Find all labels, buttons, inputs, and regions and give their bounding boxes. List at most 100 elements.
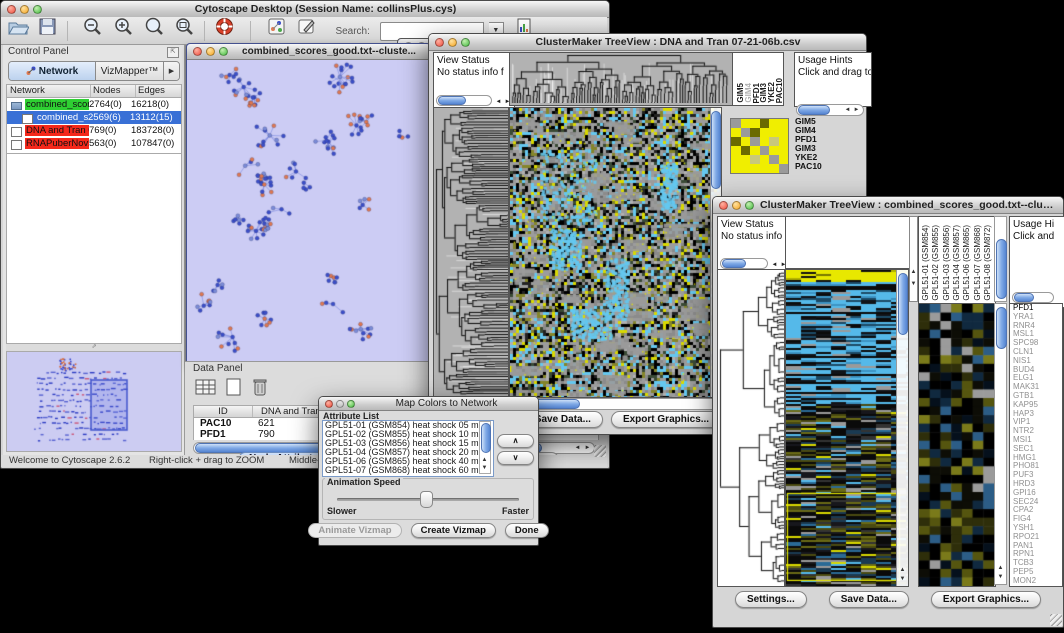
network-list-row[interactable]: DNA and Tran 07 769(0) 183728(0)	[7, 124, 181, 137]
zoom-window-icon[interactable]	[347, 400, 355, 408]
move-down-button[interactable]: ∨	[497, 451, 534, 465]
scroll-right-icon[interactable]: ►	[852, 107, 861, 113]
matrix-cell[interactable]	[750, 164, 760, 173]
zoom-out-icon[interactable]	[83, 17, 103, 45]
column-label[interactable]: GPL51-07 (GSM868)	[973, 225, 982, 301]
treeview1-global-heatmap[interactable]: ▲ ▼	[509, 107, 722, 398]
close-icon[interactable]	[325, 400, 333, 408]
network-overview-canvas[interactable]	[7, 352, 181, 451]
attribute-list[interactable]: GPL51-01 (GSM854) heat shock 05 minGPL51…	[322, 420, 494, 477]
window-controls[interactable]	[7, 5, 42, 14]
scroll-up-icon[interactable]: ▲	[909, 269, 918, 275]
delete-attribute-trash-icon[interactable]	[251, 377, 269, 402]
treeview1-row-labels[interactable]: GIM5GIM4PFD1GIM3YKE2PAC10	[795, 117, 822, 171]
treeview1-button[interactable]: Export Graphics...	[611, 411, 721, 428]
labels-vscrollbar[interactable]	[994, 216, 1007, 302]
matrix-cell[interactable]	[731, 119, 741, 128]
scroll-thumb[interactable]	[996, 307, 1007, 349]
global-heatmap-canvas[interactable]	[510, 108, 721, 397]
zoom-window-icon[interactable]	[745, 201, 754, 210]
scroll-up-icon[interactable]: ▲	[996, 565, 1005, 571]
column-dendrogram-canvas[interactable]	[510, 53, 730, 103]
matrix-cell[interactable]	[760, 164, 770, 173]
gene-label[interactable]: MON2	[1010, 577, 1062, 586]
treeview1-column-dendrogram[interactable]	[509, 52, 733, 106]
animation-speed-slider-thumb[interactable]	[420, 491, 433, 508]
matrix-cell[interactable]	[750, 146, 760, 155]
matrix-cell[interactable]	[750, 137, 760, 146]
row-label[interactable]: PAC10	[795, 162, 822, 171]
scroll-thumb[interactable]	[722, 259, 746, 268]
treeview2-window[interactable]: ClusterMaker TreeView : combined_scores_…	[712, 196, 1064, 628]
close-icon[interactable]	[435, 38, 444, 47]
column-header-nodes[interactable]: Nodes	[91, 85, 136, 97]
scroll-thumb[interactable]	[481, 423, 491, 453]
scroll-down-icon[interactable]: ▼	[996, 574, 1005, 580]
matrix-cell[interactable]	[769, 128, 779, 137]
view-status-scrollbar[interactable]	[720, 258, 768, 269]
float-panel-icon[interactable]: ⇱	[167, 47, 179, 58]
treeview1-row-dendrogram[interactable]	[433, 107, 509, 398]
treeview2-gene-labels[interactable]: PFD1YRA1RNR4MSL1SPC98CLN1NIS1BUD4ELG1MAK…	[1009, 303, 1063, 587]
treeview2-button[interactable]: Settings...	[735, 591, 807, 608]
treeview2-column-dendrogram[interactable]	[785, 216, 911, 269]
column-label[interactable]: GPL51-01 (GSM854)	[921, 225, 930, 301]
zoom-window-icon[interactable]	[33, 5, 42, 14]
zoom-in-icon[interactable]	[114, 17, 134, 45]
scroll-up-icon[interactable]: ▲	[480, 457, 489, 463]
zoom-vscrollbar[interactable]: ▲ ▼	[994, 303, 1007, 585]
network-list-row[interactable]: RNAPuberNov2+| 563(0) 107847(0)	[7, 137, 181, 150]
matrix-cell[interactable]	[779, 164, 789, 173]
network-list-row[interactable]: combined_sco 2569(6) 13112(15)	[7, 111, 181, 124]
network-overview-panel[interactable]	[6, 351, 182, 452]
zoom-fit-icon[interactable]	[175, 17, 195, 45]
matrix-cell[interactable]	[741, 155, 751, 164]
attribute-table-icon[interactable]	[195, 378, 217, 402]
close-icon[interactable]	[7, 5, 16, 14]
tab-network[interactable]: Network	[9, 62, 96, 80]
panel-splitter[interactable]: ⇗	[6, 344, 182, 351]
network-tree-whitespace[interactable]	[6, 154, 182, 344]
matrix-cell[interactable]	[779, 119, 789, 128]
dialog-titlebar[interactable]: Map Colors to Network	[319, 397, 538, 411]
minimize-icon[interactable]	[732, 201, 741, 210]
scroll-thumb[interactable]	[898, 273, 908, 335]
similarity-matrix[interactable]	[730, 118, 789, 174]
heatmap-vscrollbar[interactable]: ▲ ▼	[896, 270, 908, 586]
create-vizmap-button[interactable]: Create Vizmap	[411, 523, 496, 538]
column-header-network[interactable]: Network	[7, 85, 91, 97]
save-icon[interactable]	[39, 18, 57, 45]
scroll-left-icon[interactable]: ◄	[494, 99, 503, 105]
annotation-icon[interactable]	[268, 18, 286, 45]
scroll-up-icon[interactable]: ▲	[898, 567, 907, 573]
matrix-cell[interactable]	[769, 119, 779, 128]
map-colors-dialog[interactable]: Map Colors to Network Attribute List GPL…	[318, 396, 539, 546]
matrix-cell[interactable]	[769, 137, 779, 146]
window-resize-grip[interactable]	[594, 445, 606, 457]
matrix-cell[interactable]	[741, 128, 751, 137]
matrix-cell[interactable]	[731, 137, 741, 146]
zoom-window-icon[interactable]	[461, 38, 470, 47]
treeview1-column-labels[interactable]: GIM5GIM4PFD1GIM3YKE2PAC10	[732, 52, 784, 106]
network-table-header[interactable]: Network Nodes Edges	[6, 84, 182, 98]
scroll-down-icon[interactable]: ▼	[898, 576, 907, 582]
scroll-thumb[interactable]	[798, 105, 830, 115]
scroll-left-icon[interactable]: ◄	[573, 445, 582, 451]
column-label[interactable]: PAC10	[775, 78, 784, 103]
zoom-selected-icon[interactable]	[144, 17, 164, 45]
matrix-cell[interactable]	[750, 155, 760, 164]
matrix-cell[interactable]	[760, 155, 770, 164]
matrix-cell[interactable]	[731, 164, 741, 173]
usage-hints-scrollbar[interactable]	[1012, 292, 1054, 303]
move-up-button[interactable]: ∧	[497, 434, 534, 448]
done-button[interactable]: Done	[505, 523, 549, 538]
treeview2-global-heatmap[interactable]: ▲ ▼	[785, 269, 909, 587]
matrix-cell[interactable]	[741, 119, 751, 128]
matrix-cell[interactable]	[769, 164, 779, 173]
close-icon[interactable]	[719, 201, 728, 210]
column-label[interactable]: GPL51-04 (GSM857)	[952, 225, 961, 301]
scroll-thumb[interactable]	[996, 239, 1007, 299]
window-resize-grip[interactable]	[1050, 614, 1062, 626]
open-file-icon[interactable]	[7, 18, 29, 45]
column-label[interactable]: GPL51-02 (GSM855)	[931, 225, 940, 301]
